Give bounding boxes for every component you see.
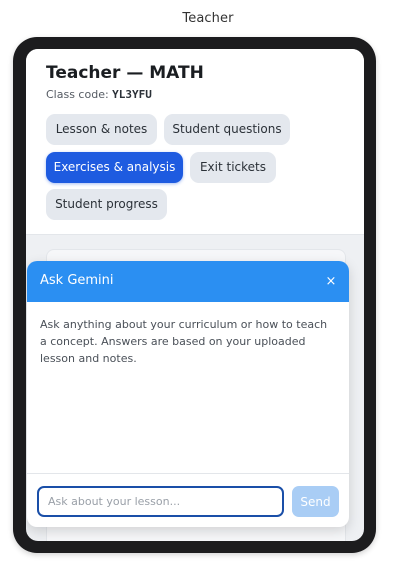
dialog-footer: Send — [27, 473, 349, 527]
tab-exercises-analysis[interactable]: Exercises & analysis — [46, 152, 183, 183]
device-label: Teacher — [182, 11, 234, 26]
dialog-title: Ask Gemini — [40, 273, 114, 288]
class-code-label: Class code: — [46, 88, 109, 101]
dialog-description: Ask anything about your curriculum or ho… — [40, 318, 328, 365]
tab-exit-tickets[interactable]: Exit tickets — [190, 152, 276, 183]
tab-student-progress[interactable]: Student progress — [46, 189, 167, 220]
dialog-header: Ask Gemini × — [27, 261, 349, 302]
tab-student-questions[interactable]: Student questions — [164, 114, 290, 145]
class-code: Class code: YL3YFU — [46, 88, 152, 101]
app-screen: Teacher — MATH Class code: YL3YFU Lesson… — [26, 49, 364, 541]
page-title: Teacher — MATH — [46, 63, 204, 83]
ask-input[interactable] — [37, 486, 284, 517]
teacher-header: Teacher — MATH Class code: YL3YFU Lesson… — [26, 49, 364, 235]
ask-gemini-dialog: Ask Gemini × Ask anything about your cur… — [27, 261, 349, 527]
class-code-value: YL3YFU — [112, 88, 152, 101]
tab-lesson-notes[interactable]: Lesson & notes — [46, 114, 157, 145]
close-icon[interactable]: × — [321, 272, 341, 292]
send-button[interactable]: Send — [292, 486, 339, 517]
